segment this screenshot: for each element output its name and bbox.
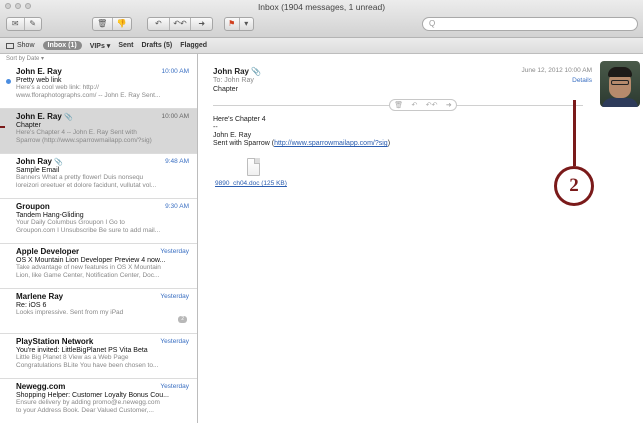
message-row[interactable]: Apple Developer Yesterday OS X Mountain Li… <box>0 244 197 289</box>
message-preview: www.fforaphotographs.com/ -- John E. Ray… <box>16 92 161 99</box>
mailbox-buttons[interactable]: ✉ ✎ <box>6 17 42 31</box>
message-preview: Banners What a pretty flower! Duis nonse… <box>16 174 144 181</box>
delete-junk-buttons[interactable]: 🗑 👎 <box>92 17 132 31</box>
recipient-line: To: John Ray <box>213 77 254 84</box>
sort-by-date-button[interactable]: Sort by Date ▾ <box>0 54 197 64</box>
fav-sent[interactable]: Sent <box>118 42 133 49</box>
message-preview: Congratulations BLite You have been chos… <box>16 362 159 369</box>
message-time: 10:00 AM <box>161 68 189 75</box>
message-preview: Sparrow (http://www.sparrowmailapp.com/?… <box>16 137 152 144</box>
message-sender: Groupon <box>16 202 50 211</box>
document-icon[interactable] <box>247 158 260 176</box>
reply-icon[interactable]: ↶ <box>148 18 170 30</box>
message-preview: Ensure delivery by adding promo@e.newegg… <box>16 399 160 406</box>
message-row[interactable]: PlayStation Network Yesterday You're invit… <box>0 334 197 379</box>
get-mail-icon[interactable]: ✉ <box>7 18 25 30</box>
message-subject: Shopping Helper: Customer Loyalty Bonus … <box>16 392 169 399</box>
sender-name: John Ray 📎 <box>213 67 262 76</box>
message-preview: Little Big Planet 8 View as a Web Page <box>16 354 129 361</box>
favorites-bar: Show Inbox (1) VIPs ▾ Sent Drafts (5) Fl… <box>0 38 643 54</box>
message-subject: Chapter <box>16 122 41 129</box>
message-viewer: John Ray 📎 To: John Ray Chapter June 12,… <box>199 54 643 423</box>
trash-icon[interactable]: 🗑 <box>93 18 113 30</box>
message-row[interactable]: John E. Ray 10:00 AM Pretty web link Here's… <box>0 64 197 109</box>
fav-drafts[interactable]: Drafts (5) <box>142 42 173 49</box>
message-preview: Here's Chapter 4 -- John E. Ray Sent wit… <box>16 129 137 136</box>
reply-icon[interactable]: ↶ <box>412 101 418 109</box>
message-subject: Tandem Hang-Gliding <box>16 212 84 219</box>
attachment-link[interactable]: 9890_ch04.doc (125 KB) <box>215 180 287 187</box>
message-preview: Looks impressive. Sent from my iPad <box>16 309 124 316</box>
message-preview: loreizori oreetuer et dolore facidunt, v… <box>16 182 157 189</box>
message-time: Yesterday <box>160 383 189 390</box>
details-link[interactable]: Details <box>572 77 592 84</box>
message-subject: Re: iOS 6 <box>16 302 47 309</box>
attachment-icon: 📎 <box>54 159 63 166</box>
chevron-down-icon[interactable]: ▾ <box>240 18 254 30</box>
reply-all-icon[interactable]: ↶↶ <box>170 18 192 30</box>
fav-flagged[interactable]: Flagged <box>180 42 207 49</box>
forward-icon[interactable]: ➜ <box>191 18 212 30</box>
message-time: 10:00 AM <box>161 113 189 120</box>
inline-actions[interactable]: 🗑 ↶ ↶↶ ➜ <box>389 99 457 111</box>
message-subject: You're invited: LittleBigPlanet PS Vita … <box>16 347 148 354</box>
sender-avatar <box>600 61 640 107</box>
message-list[interactable]: Sort by Date ▾ John E. Ray 10:00 AM Pretty… <box>0 54 198 423</box>
compose-icon[interactable]: ✎ <box>25 18 42 30</box>
reply-buttons[interactable]: ↶ ↶↶ ➜ <box>147 17 213 31</box>
message-subject: Sample Email <box>16 167 60 174</box>
forward-icon[interactable]: ➜ <box>446 101 452 109</box>
fav-vips[interactable]: VIPs ▾ <box>90 42 111 50</box>
message-row[interactable]: Marlene Ray Yesterday Re: iOS 6 Looks impre… <box>0 289 197 334</box>
reply-all-icon[interactable]: ↶↶ <box>426 101 438 109</box>
search-input[interactable]: Q <box>422 17 638 31</box>
message-row[interactable]: Newegg.com Yesterday Shopping Helper: Cust… <box>0 379 197 423</box>
message-time: Yesterday <box>160 293 189 300</box>
message-time: 9:48 AM <box>165 158 189 165</box>
trash-icon[interactable]: 🗑 <box>394 101 403 109</box>
signature-link[interactable]: http://www.sparrowmailapp.com/?sig <box>274 140 388 147</box>
thread-count-badge: 2 <box>178 316 187 323</box>
message-sender: John Ray 📎 <box>16 157 63 166</box>
attachment-icon: 📎 <box>251 67 262 76</box>
window-title: Inbox (1904 messages, 1 unread) <box>257 2 386 12</box>
message-body: Here's Chapter 4 -- John E. Ray Sent wit… <box>213 116 391 147</box>
callout-badge: 2 <box>554 166 594 206</box>
unread-dot-icon <box>6 79 11 84</box>
message-row[interactable]: John Ray 📎 9:48 AM Sample Email Banners Wha… <box>0 154 197 199</box>
window-titlebar: Inbox (1904 messages, 1 unread) ✉ ✎ 🗑 👎 … <box>0 0 643 38</box>
message-time: Yesterday <box>160 248 189 255</box>
message-preview: Groupon.com I Unsubscribe Be sure to add… <box>16 227 161 234</box>
message-preview: Your Daily Columbus Groupon I Go to <box>16 219 125 226</box>
message-subject: OS X Mountain Lion Developer Preview 4 n… <box>16 257 166 264</box>
attachment-icon: 📎 <box>64 114 73 121</box>
flag-icon[interactable]: ⚑ <box>225 18 240 30</box>
message-row[interactable]: Groupon 9:30 AM Tandem Hang-Gliding Your Da… <box>0 199 197 244</box>
message-date: June 12, 2012 10:00 AM <box>521 67 592 74</box>
show-mailboxes-button[interactable]: Show <box>6 42 35 49</box>
message-preview: Here's a cool web link: http:// <box>16 84 99 91</box>
message-time: 9:30 AM <box>165 203 189 210</box>
callout-pointer-left <box>0 126 5 128</box>
message-preview: Take advantage of new features in OS X M… <box>16 264 161 271</box>
message-preview: Lion, like Game Center, Notification Cen… <box>16 272 160 279</box>
message-subject: Pretty web link <box>16 77 62 84</box>
message-preview: to your Address Book. Dear Valued Custom… <box>16 407 154 414</box>
flag-button[interactable]: ⚑ ▾ <box>224 17 254 31</box>
message-list-items: John E. Ray 10:00 AM Pretty web link Here's… <box>0 64 197 423</box>
fav-inbox[interactable]: Inbox (1) <box>42 41 82 50</box>
message-row[interactable]: John E. Ray 📎 10:00 AM Chapter Here's Chapt… <box>0 109 197 154</box>
callout-line <box>573 100 576 166</box>
sidebar-icon <box>6 42 14 49</box>
message-subject: Chapter <box>213 86 238 93</box>
message-time: Yesterday <box>160 338 189 345</box>
junk-icon[interactable]: 👎 <box>113 18 132 30</box>
